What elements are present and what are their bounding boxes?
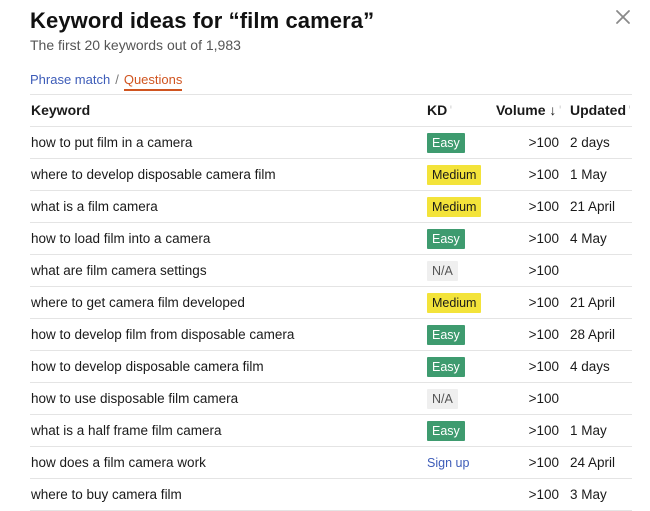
kd-cell: Medium bbox=[427, 287, 482, 318]
table-row[interactable]: where to get camera film developed Medium… bbox=[30, 287, 632, 319]
kd-badge: Medium bbox=[427, 292, 482, 313]
updated-cell: 1 May bbox=[570, 423, 607, 438]
keyword-cell[interactable]: where to get camera film developed bbox=[31, 287, 245, 318]
kd-badge: N/A bbox=[427, 260, 458, 281]
table-row[interactable]: how does a film camera work Sign up >100 24… bbox=[30, 447, 632, 479]
updated-cell: 2 days bbox=[570, 135, 610, 150]
info-icon[interactable]: ⁱ bbox=[559, 104, 560, 113]
kd-cell: Easy bbox=[427, 127, 465, 158]
kd-cell: Medium bbox=[427, 159, 482, 190]
keyword-cell[interactable]: what are film camera settings bbox=[31, 255, 207, 286]
table-row[interactable]: how to use disposable film camera N/A >100 bbox=[30, 383, 632, 415]
kd-cell: Sign up bbox=[427, 447, 469, 478]
volume-cell: >100 bbox=[528, 135, 559, 150]
volume-cell: >100 bbox=[528, 167, 559, 182]
kd-cell: N/A bbox=[427, 255, 458, 286]
keyword-cell[interactable]: what is a half frame film camera bbox=[31, 415, 222, 446]
keyword-cell[interactable]: how to load film into a camera bbox=[31, 223, 210, 254]
keyword-cell[interactable]: how does a film camera work bbox=[31, 447, 206, 478]
table-row[interactable]: what are film camera settings N/A >100 bbox=[30, 255, 632, 287]
column-header-kd-label: KD bbox=[427, 102, 448, 118]
tab-questions[interactable]: Questions bbox=[123, 72, 183, 91]
kd-badge: Easy bbox=[427, 132, 465, 153]
volume-cell: >100 bbox=[528, 391, 559, 406]
updated-cell: 21 April bbox=[570, 295, 616, 310]
volume-cell: >100 bbox=[528, 199, 559, 214]
modal-subtitle: The first 20 keywords out of 1,983 bbox=[30, 37, 241, 53]
column-header-keyword-label: Keyword bbox=[31, 102, 91, 118]
tab-phrase-match[interactable]: Phrase match bbox=[30, 72, 110, 87]
kd-cell: Easy bbox=[427, 223, 465, 254]
kd-cell: Easy bbox=[427, 319, 465, 350]
updated-cell: 3 May bbox=[570, 487, 607, 502]
kd-cell: N/A bbox=[427, 383, 458, 414]
kd-badge: Medium bbox=[427, 196, 482, 217]
keyword-cell[interactable]: how to put film in a camera bbox=[31, 127, 192, 158]
column-header-updated-label: Updated bbox=[570, 102, 626, 118]
arrow-down-icon: ↓ bbox=[549, 102, 557, 118]
column-header-keyword[interactable]: Keyword bbox=[31, 95, 90, 126]
close-button[interactable] bbox=[612, 6, 634, 28]
volume-cell: >100 bbox=[528, 231, 559, 246]
table-body: how to put film in a camera Easy >100 2 day… bbox=[30, 127, 632, 511]
updated-cell: 4 May bbox=[570, 231, 607, 246]
keyword-table: Keyword KD ⁱ Volume ↓ ⁱ Updated ⁱ how to pu… bbox=[30, 94, 632, 511]
column-header-volume[interactable]: Volume ↓ ⁱ bbox=[496, 95, 561, 126]
column-header-updated[interactable]: Updated ⁱ bbox=[570, 95, 630, 126]
kd-badge: Easy bbox=[427, 324, 465, 345]
table-row[interactable]: how to develop disposable camera film Eas… bbox=[30, 351, 632, 383]
keyword-cell[interactable]: what is a film camera bbox=[31, 191, 158, 222]
table-row[interactable]: what is a film camera Medium >100 21 April bbox=[30, 191, 632, 223]
table-row[interactable]: where to develop disposable camera film M… bbox=[30, 159, 632, 191]
kd-cell: Medium bbox=[427, 191, 482, 222]
kd-badge: Easy bbox=[427, 420, 465, 441]
updated-cell: 1 May bbox=[570, 167, 607, 182]
volume-cell: >100 bbox=[528, 455, 559, 470]
table-row[interactable]: where to buy camera film >100 3 May bbox=[30, 479, 632, 511]
kd-badge: N/A bbox=[427, 388, 458, 409]
keyword-cell[interactable]: where to develop disposable camera film bbox=[31, 159, 276, 190]
keyword-cell[interactable]: how to develop film from disposable came… bbox=[31, 319, 294, 350]
table-row[interactable]: how to load film into a camera Easy >100 4 … bbox=[30, 223, 632, 255]
keyword-cell[interactable]: how to develop disposable camera film bbox=[31, 351, 264, 382]
column-header-kd[interactable]: KD ⁱ bbox=[427, 95, 452, 126]
table-header: Keyword KD ⁱ Volume ↓ ⁱ Updated ⁱ bbox=[30, 95, 632, 127]
column-header-volume-label: Volume bbox=[496, 102, 546, 118]
sign-up-link[interactable]: Sign up bbox=[427, 453, 469, 473]
keyword-cell[interactable]: how to use disposable film camera bbox=[31, 383, 238, 414]
updated-cell: 24 April bbox=[570, 455, 616, 470]
volume-cell: >100 bbox=[528, 295, 559, 310]
info-icon[interactable]: ⁱ bbox=[629, 104, 630, 113]
kd-cell: Easy bbox=[427, 351, 465, 382]
updated-cell: 4 days bbox=[570, 359, 610, 374]
tab-separator: / bbox=[115, 72, 119, 87]
kd-badge: Medium bbox=[427, 164, 482, 185]
table-row[interactable]: what is a half frame film camera Easy >100… bbox=[30, 415, 632, 447]
close-icon bbox=[616, 10, 630, 24]
updated-cell: 28 April bbox=[570, 327, 616, 342]
volume-cell: >100 bbox=[528, 263, 559, 278]
tab-bar: Phrase match / Questions bbox=[30, 72, 183, 91]
modal-title: Keyword ideas for “film camera” bbox=[30, 8, 375, 33]
volume-cell: >100 bbox=[528, 423, 559, 438]
kd-cell: Easy bbox=[427, 415, 465, 446]
kd-badge: Easy bbox=[427, 356, 465, 377]
kd-badge: Easy bbox=[427, 228, 465, 249]
table-row[interactable]: how to put film in a camera Easy >100 2 day… bbox=[30, 127, 632, 159]
table-row[interactable]: how to develop film from disposable came… bbox=[30, 319, 632, 351]
volume-cell: >100 bbox=[528, 359, 559, 374]
volume-cell: >100 bbox=[528, 487, 559, 502]
info-icon[interactable]: ⁱ bbox=[450, 104, 451, 113]
updated-cell: 21 April bbox=[570, 199, 616, 214]
volume-cell: >100 bbox=[528, 327, 559, 342]
keyword-cell[interactable]: where to buy camera film bbox=[31, 479, 182, 510]
